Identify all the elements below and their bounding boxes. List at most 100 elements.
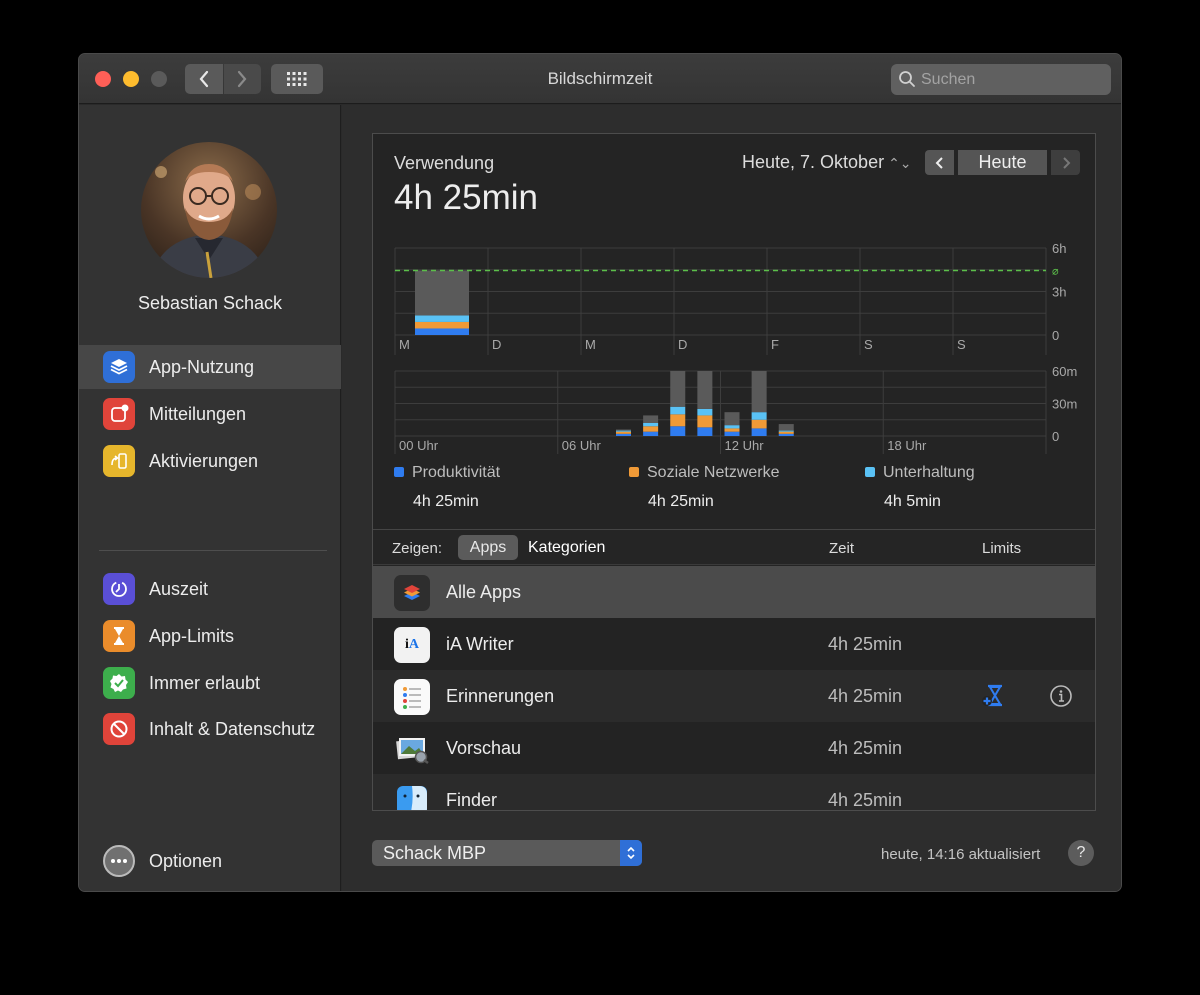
app-name: Alle Apps (446, 582, 522, 602)
bar-segment (670, 406, 686, 415)
bar-segment (751, 428, 767, 436)
bar-segment (697, 371, 713, 409)
sidebar-item-label: Mitteilungen (149, 403, 247, 424)
downtime-clock-icon (103, 573, 135, 605)
search-icon (899, 71, 915, 87)
notification-badge-icon (103, 398, 135, 430)
x-tick-label: D (492, 337, 501, 352)
sidebar-item-app-limits[interactable]: App-Limits (79, 614, 341, 658)
sidebar-item-label: Auszeit (149, 578, 209, 599)
y-tick-label: 60m (1052, 364, 1077, 379)
device-name: Schack MBP (383, 843, 487, 863)
table-row[interactable]: Erinnerungen 4h 25min (373, 670, 1095, 722)
bar-segment (778, 433, 794, 436)
average-marker: ⌀ (1052, 264, 1059, 277)
table-row[interactable]: Finder 4h 25min (373, 774, 1095, 810)
help-button[interactable]: ? (1068, 840, 1094, 866)
info-icon[interactable] (1049, 684, 1073, 708)
bar-segment (415, 328, 469, 335)
hourglass-icon (103, 620, 135, 652)
avatar[interactable] (141, 142, 277, 278)
y-tick-label: 0 (1052, 328, 1059, 343)
screen-time-window: Bildschirmzeit Suchen Sebastian Schack A… (78, 53, 1122, 892)
finder-icon (394, 783, 430, 810)
bar-segment (751, 412, 767, 420)
restriction-icon (103, 713, 135, 745)
legend-label: Unterhaltung (883, 464, 975, 481)
sidebar-item-immer-erlaubt[interactable]: Immer erlaubt (79, 661, 341, 705)
bar-segment (415, 270, 469, 316)
options-button[interactable]: Optionen (79, 839, 341, 883)
legend-item-unterhaltung: Unterhaltung 4h 5min (865, 464, 975, 511)
bar-segment (643, 423, 659, 427)
app-time: 4h 25min (828, 790, 903, 810)
x-tick-label: D (678, 337, 687, 352)
bar-segment (778, 430, 794, 432)
y-tick-label: 3h (1052, 285, 1066, 300)
sidebar-item-app-nutzung[interactable]: App-Nutzung (79, 345, 341, 389)
add-limit-icon[interactable] (981, 684, 1007, 708)
table-row[interactable]: Alle Apps (373, 566, 1095, 618)
popup-arrows-icon (620, 840, 642, 866)
device-selector[interactable]: Schack MBP (372, 840, 642, 866)
bar-segment (751, 371, 767, 413)
user-name: Sebastian Schack (137, 293, 283, 313)
segment-apps[interactable]: Apps (458, 535, 518, 560)
x-tick-label: M (399, 337, 410, 352)
search-field[interactable] (891, 64, 1111, 95)
sidebar: Sebastian Schack App-Nutzung Mitteilunge… (79, 105, 341, 891)
y-tick-label: 0 (1052, 429, 1059, 444)
legend-item-soziale-netzwerke: Soziale Netzwerke 4h 25min (629, 464, 780, 511)
sidebar-item-label: Aktivierungen (149, 450, 259, 471)
sidebar-item-mitteilungen[interactable]: Mitteilungen (79, 392, 341, 436)
preview-icon (394, 731, 430, 767)
search-input[interactable] (921, 68, 1101, 91)
column-header-limits[interactable]: Limits (982, 540, 1021, 557)
column-header-time[interactable]: Zeit (829, 540, 854, 557)
x-tick-label: F (771, 337, 779, 352)
legend-value: 4h 25min (413, 493, 479, 510)
sidebar-item-aktivierungen[interactable]: Aktivierungen (79, 439, 341, 483)
sidebar-item-inhalt-datenschutz[interactable]: Inhalt & Datenschutz (79, 707, 341, 751)
sidebar-separator (99, 550, 327, 551)
bar-segment (724, 425, 740, 429)
bar-segment (616, 433, 631, 436)
segment-categories[interactable]: Kategorien (528, 539, 605, 557)
app-name: Vorschau (446, 738, 522, 758)
options-label: Optionen (149, 850, 223, 871)
bar-segment (643, 426, 659, 432)
bar-segment (724, 412, 740, 426)
table-row[interactable]: Vorschau 4h 25min (373, 722, 1095, 774)
legend-color (865, 467, 875, 477)
bar-segment (778, 424, 794, 431)
title-bar: Bildschirmzeit (79, 54, 1121, 104)
sidebar-item-label: App-Limits (149, 625, 235, 646)
bar-segment (724, 431, 740, 436)
sidebar-item-label: Immer erlaubt (149, 672, 261, 693)
sidebar-item-label: Inhalt & Datenschutz (149, 718, 316, 739)
bar-segment (670, 426, 686, 436)
bar-segment (778, 431, 794, 434)
usage-charts: M D M D F S S 6h 3h 0 ⌀ 00 Uhr 06 Uhr 12 Uhr 18 Uhr 60m… (394, 241, 1077, 454)
layers-icon (103, 351, 135, 383)
x-tick-label: 18 Uhr (887, 438, 927, 453)
bar-segment (616, 429, 631, 431)
bar-segment (670, 414, 686, 427)
app-name: iA Writer (446, 634, 514, 654)
app-time: 4h 25min (828, 686, 903, 706)
bar-segment (643, 415, 659, 423)
show-label: Zeigen: (392, 540, 443, 557)
y-tick-label: 30m (1052, 397, 1077, 412)
main-content: Verwendung 4h 25min Heute, 7. Oktober ⌃⌄ … (342, 105, 1121, 891)
layers-icon (394, 575, 430, 611)
bar-segment (697, 427, 713, 436)
legend-color (629, 467, 639, 477)
pickup-phone-icon (103, 445, 135, 477)
sidebar-item-auszeit[interactable]: Auszeit (79, 567, 341, 611)
legend-item-produktivitaet: Produktivität 4h 25min (394, 464, 500, 511)
usage-panel: Verwendung 4h 25min Heute, 7. Oktober ⌃⌄ … (372, 133, 1096, 811)
legend-label: Produktivität (412, 464, 501, 481)
app-name: Finder (446, 790, 498, 810)
table-row[interactable]: iA iA Writer 4h 25min (373, 618, 1095, 670)
app-time: 4h 25min (828, 738, 903, 758)
